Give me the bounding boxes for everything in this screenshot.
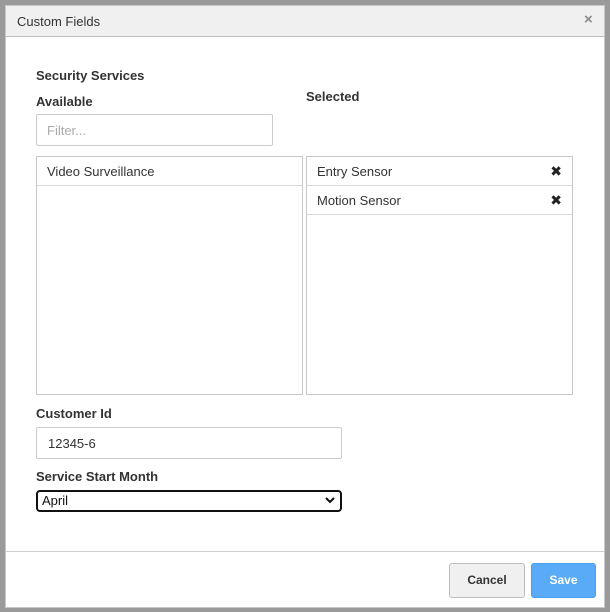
selected-list: Entry Sensor ✖ Motion Sensor ✖ [306, 156, 573, 395]
cancel-button[interactable]: Cancel [449, 563, 525, 598]
available-item-video-surveillance[interactable]: Video Surveillance [37, 157, 302, 186]
dialog-header: Custom Fields × [6, 6, 604, 37]
chevron-down-icon [325, 497, 335, 504]
service-start-month-label: Service Start Month [36, 469, 159, 484]
selected-item-motion-sensor: Motion Sensor ✖ [307, 186, 572, 215]
available-list: Video Surveillance [36, 156, 303, 395]
close-icon[interactable]: × [584, 12, 593, 28]
selected-item-entry-sensor: Entry Sensor ✖ [307, 157, 572, 186]
list-item-label: Entry Sensor [317, 164, 393, 179]
customer-id-input[interactable] [36, 427, 342, 459]
remove-icon[interactable]: ✖ [550, 163, 562, 180]
list-item-label: Video Surveillance [47, 164, 155, 179]
filter-input[interactable] [36, 114, 273, 146]
service-start-month-select[interactable]: April [36, 490, 342, 512]
security-services-heading: Security Services [36, 68, 145, 83]
list-item-label: Motion Sensor [317, 193, 401, 208]
remove-icon[interactable]: ✖ [550, 192, 562, 209]
custom-fields-dialog: Custom Fields × Security Services Availa… [5, 5, 605, 608]
select-value: April [42, 493, 69, 508]
customer-id-label: Customer Id [36, 406, 112, 421]
save-button[interactable]: Save [531, 563, 596, 598]
dialog-title: Custom Fields [17, 14, 101, 29]
available-label: Available [36, 94, 93, 109]
selected-label: Selected [306, 89, 360, 104]
dialog-footer: Cancel Save [6, 551, 604, 607]
